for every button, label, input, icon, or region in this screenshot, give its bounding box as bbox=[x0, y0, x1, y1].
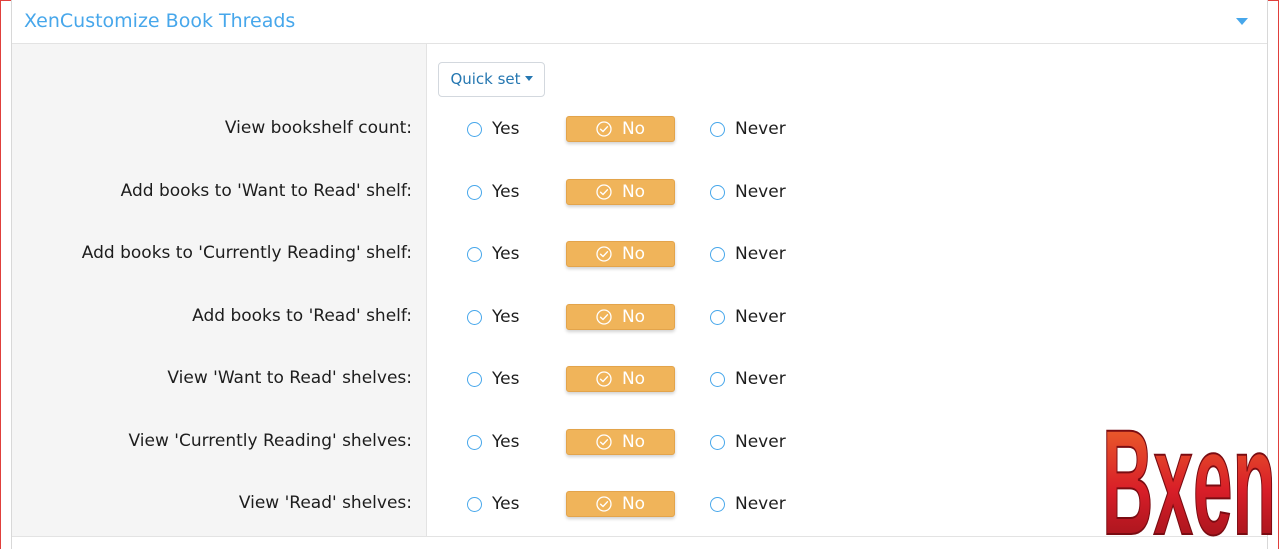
option-yes-label: Yes bbox=[492, 119, 520, 139]
radio-unchecked-icon[interactable] bbox=[467, 246, 482, 262]
option-no-selected[interactable]: No bbox=[566, 116, 675, 142]
option-never[interactable]: Never bbox=[710, 114, 786, 144]
permission-label: View 'Read' shelves: bbox=[238, 493, 412, 513]
option-yes-label: Yes bbox=[492, 182, 520, 202]
option-yes[interactable]: Yes bbox=[467, 489, 519, 519]
check-circle-icon bbox=[596, 496, 612, 512]
check-circle-icon bbox=[596, 121, 612, 137]
option-no-selected[interactable]: No bbox=[566, 179, 675, 205]
radio-unchecked-icon[interactable] bbox=[710, 371, 725, 387]
radio-unchecked-icon[interactable] bbox=[710, 496, 725, 512]
option-no-label: No bbox=[621, 244, 646, 264]
option-never-label: Never bbox=[735, 307, 786, 327]
option-yes[interactable]: Yes bbox=[467, 364, 519, 394]
block-header[interactable]: XenCustomize Book Threads bbox=[12, 0, 1267, 44]
option-no-label: No bbox=[621, 307, 646, 327]
option-never-label: Never bbox=[735, 432, 786, 452]
option-no-selected[interactable]: No bbox=[566, 304, 675, 330]
radio-unchecked-icon[interactable] bbox=[710, 434, 725, 450]
option-never-label: Never bbox=[735, 494, 786, 514]
check-circle-icon bbox=[596, 184, 612, 200]
option-yes-label: Yes bbox=[492, 432, 520, 452]
bxen-logo-text: Bxen bbox=[1102, 398, 1276, 540]
option-yes-label: Yes bbox=[492, 494, 520, 514]
radio-unchecked-icon[interactable] bbox=[467, 371, 482, 387]
option-no-label: No bbox=[621, 182, 646, 202]
permission-label: Add books to 'Currently Reading' shelf: bbox=[81, 243, 412, 263]
radio-unchecked-icon[interactable] bbox=[467, 121, 482, 137]
radio-unchecked-icon[interactable] bbox=[467, 184, 482, 200]
option-no-label: No bbox=[621, 369, 646, 389]
option-never[interactable]: Never bbox=[710, 302, 786, 332]
option-never[interactable]: Never bbox=[710, 239, 786, 269]
permission-label: Add books to 'Read' shelf: bbox=[192, 306, 412, 326]
option-never[interactable]: Never bbox=[710, 427, 786, 457]
permission-row: Add books to 'Currently Reading' shelf: Y… bbox=[12, 239, 1267, 269]
bxen-logo: Bxen bbox=[1101, 397, 1277, 540]
quick-set-label: Quick set bbox=[450, 70, 521, 88]
permission-row: View bookshelf count: Yes No Never bbox=[12, 114, 1267, 144]
option-yes[interactable]: Yes bbox=[467, 177, 519, 207]
permission-label: View 'Want to Read' shelves: bbox=[167, 368, 412, 388]
option-never-label: Never bbox=[735, 119, 786, 139]
check-circle-icon bbox=[596, 309, 612, 325]
check-circle-icon bbox=[596, 434, 612, 450]
option-yes[interactable]: Yes bbox=[467, 114, 519, 144]
option-never-label: Never bbox=[735, 182, 786, 202]
radio-unchecked-icon[interactable] bbox=[710, 184, 725, 200]
option-no-label: No bbox=[621, 494, 646, 514]
permission-row: View 'Currently Reading' shelves: Yes No Ne… bbox=[12, 427, 1267, 457]
option-no-selected[interactable]: No bbox=[566, 429, 675, 455]
radio-unchecked-icon[interactable] bbox=[467, 434, 482, 450]
radio-unchecked-icon[interactable] bbox=[467, 496, 482, 512]
option-no-selected[interactable]: No bbox=[566, 366, 675, 392]
collapse-caret-icon[interactable] bbox=[1236, 18, 1248, 25]
option-never[interactable]: Never bbox=[710, 489, 786, 519]
option-yes-label: Yes bbox=[492, 307, 520, 327]
radio-unchecked-icon[interactable] bbox=[467, 309, 482, 325]
permission-label: View 'Currently Reading' shelves: bbox=[128, 431, 412, 451]
option-yes[interactable]: Yes bbox=[467, 239, 519, 269]
option-no-selected[interactable]: No bbox=[566, 241, 675, 267]
permission-row: Add books to 'Want to Read' shelf: Yes No N… bbox=[12, 177, 1267, 207]
option-no-label: No bbox=[621, 119, 646, 139]
option-yes[interactable]: Yes bbox=[467, 302, 519, 332]
option-never[interactable]: Never bbox=[710, 177, 786, 207]
check-circle-icon bbox=[596, 371, 612, 387]
option-never[interactable]: Never bbox=[710, 364, 786, 394]
option-no-label: No bbox=[621, 432, 646, 452]
block-footer bbox=[12, 536, 1267, 550]
option-yes-label: Yes bbox=[492, 369, 520, 389]
option-no-selected[interactable]: No bbox=[566, 491, 675, 517]
radio-unchecked-icon[interactable] bbox=[710, 121, 725, 137]
option-yes-label: Yes bbox=[492, 244, 520, 264]
check-circle-icon bbox=[596, 246, 612, 262]
option-yes[interactable]: Yes bbox=[467, 427, 519, 457]
permission-block: XenCustomize Book Threads Quick set View… bbox=[11, 0, 1268, 550]
option-never-label: Never bbox=[735, 244, 786, 264]
radio-unchecked-icon[interactable] bbox=[710, 246, 725, 262]
caret-down-icon bbox=[524, 76, 533, 81]
option-never-label: Never bbox=[735, 369, 786, 389]
permission-label: Add books to 'Want to Read' shelf: bbox=[120, 181, 412, 201]
permission-row: View 'Read' shelves: Yes No Never bbox=[12, 489, 1267, 519]
permission-row: Add books to 'Read' shelf: Yes No Never bbox=[12, 302, 1267, 332]
radio-unchecked-icon[interactable] bbox=[710, 309, 725, 325]
permission-label: View bookshelf count: bbox=[224, 118, 412, 138]
permission-row: View 'Want to Read' shelves: Yes No Never bbox=[12, 364, 1267, 394]
block-title: XenCustomize Book Threads bbox=[24, 10, 296, 32]
quick-set-button[interactable]: Quick set bbox=[438, 62, 545, 97]
